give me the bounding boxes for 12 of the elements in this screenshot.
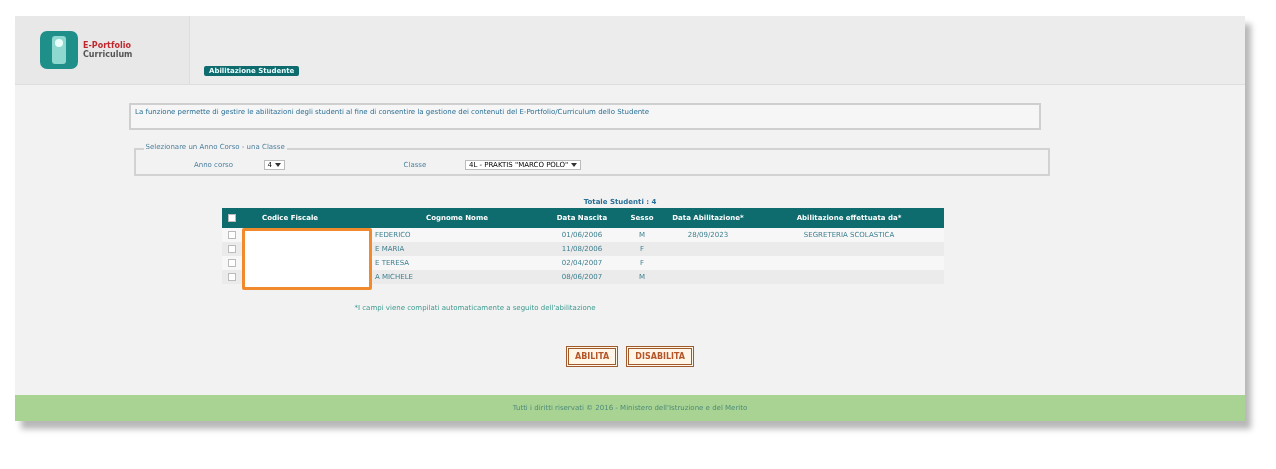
checkbox[interactable] bbox=[228, 259, 236, 267]
logo-icon bbox=[39, 30, 79, 70]
logo-text: E-Portfolio bbox=[83, 41, 132, 50]
action-button[interactable]: DISABILITA bbox=[626, 346, 695, 367]
logo-text: Curriculum bbox=[83, 50, 133, 59]
checkbox[interactable] bbox=[228, 245, 236, 253]
action-button[interactable]: ABILITA bbox=[565, 346, 619, 367]
dropdown-caret-icon bbox=[571, 163, 578, 167]
checkbox[interactable] bbox=[228, 231, 236, 239]
checkbox[interactable] bbox=[228, 214, 236, 223]
checkbox[interactable] bbox=[228, 273, 236, 281]
dropdown-caret-icon bbox=[274, 163, 281, 167]
